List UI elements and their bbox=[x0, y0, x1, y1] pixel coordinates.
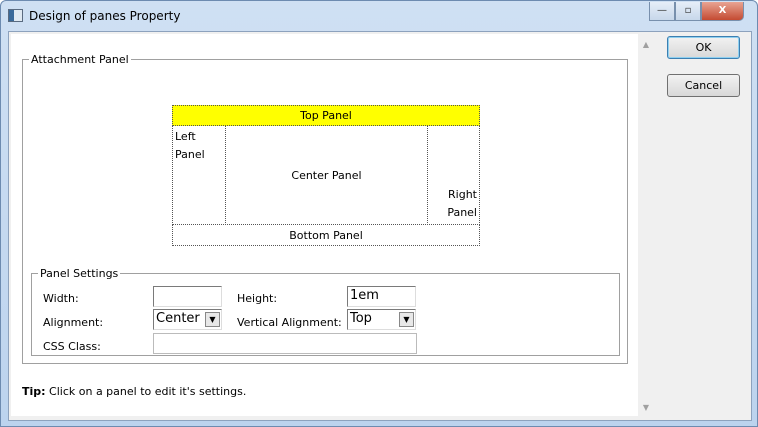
maximize-button[interactable]: ▫ bbox=[675, 2, 701, 21]
vertical-alignment-label: Vertical Alignment: bbox=[237, 316, 342, 329]
width-input[interactable] bbox=[153, 286, 222, 307]
vertical-scrollbar[interactable]: ▲ ▼ bbox=[638, 34, 654, 416]
dialog-client: Attachment Panel Top Panel Left Panel Ce… bbox=[8, 31, 752, 421]
scroll-down-icon[interactable]: ▼ bbox=[638, 403, 654, 412]
vertical-alignment-value: Top bbox=[350, 311, 372, 326]
app-icon bbox=[8, 9, 23, 22]
tip-body: Click on a panel to edit it's settings. bbox=[45, 385, 247, 398]
alignment-value: Center bbox=[156, 311, 200, 326]
scroll-up-icon[interactable]: ▲ bbox=[638, 40, 654, 49]
height-label: Height: bbox=[237, 292, 278, 305]
width-label: Width: bbox=[43, 292, 79, 305]
attachment-legend: Attachment Panel bbox=[29, 53, 131, 66]
right-panel[interactable]: Right Panel bbox=[427, 125, 480, 225]
dialog-window: Design of panes Property — ▫ X Attachmen… bbox=[0, 0, 758, 427]
center-panel[interactable]: Center Panel bbox=[225, 125, 428, 225]
tip-prefix: Tip: bbox=[22, 385, 46, 398]
ok-button[interactable]: OK bbox=[667, 36, 740, 59]
css-class-label: CSS Class: bbox=[43, 340, 101, 353]
css-class-input[interactable] bbox=[153, 333, 417, 354]
alignment-select[interactable]: Center ▼ bbox=[153, 309, 222, 330]
panel-settings-legend: Panel Settings bbox=[38, 267, 121, 280]
vertical-alignment-select[interactable]: Top ▼ bbox=[347, 309, 416, 330]
cancel-button[interactable]: Cancel bbox=[667, 74, 740, 97]
chevron-down-icon[interactable]: ▼ bbox=[399, 312, 414, 327]
minimize-button[interactable]: — bbox=[649, 2, 675, 21]
window-title: Design of panes Property bbox=[29, 9, 181, 23]
height-input[interactable]: 1em bbox=[347, 286, 416, 307]
bottom-panel[interactable]: Bottom Panel bbox=[172, 224, 480, 246]
chevron-down-icon[interactable]: ▼ bbox=[205, 312, 220, 327]
alignment-label: Alignment: bbox=[43, 316, 104, 329]
tip-text: Tip: Click on a panel to edit it's setti… bbox=[22, 385, 246, 398]
left-panel[interactable]: Left Panel bbox=[172, 125, 226, 225]
content-pane: Attachment Panel Top Panel Left Panel Ce… bbox=[11, 34, 638, 416]
close-button[interactable]: X bbox=[701, 2, 744, 21]
top-panel[interactable]: Top Panel bbox=[172, 105, 480, 126]
